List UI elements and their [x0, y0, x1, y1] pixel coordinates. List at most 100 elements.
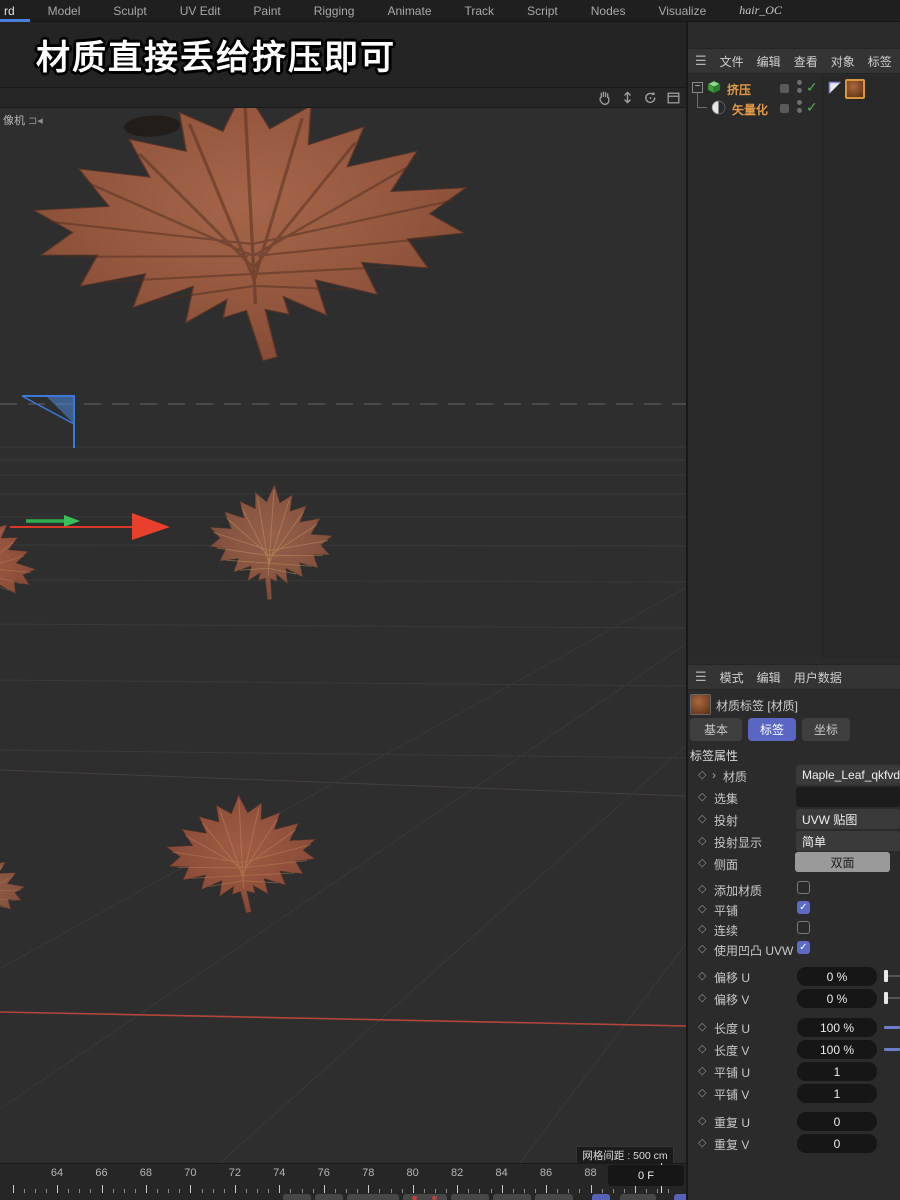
editor-visibility-dot[interactable] [797, 100, 802, 105]
extrude-object-icon [707, 80, 721, 94]
keyframe-diamond-icon[interactable]: ◇ [698, 969, 706, 982]
menu-item-sculpt[interactable]: Sculpt [113, 4, 146, 18]
enabled-checkmark-icon[interactable]: ✓ [806, 79, 818, 96]
om-menu-object[interactable]: 对象 [831, 53, 855, 70]
cinema4d-window: rd Model Sculpt UV Edit Paint Rigging An… [0, 0, 900, 1200]
maple-leaf-top[interactable] [28, 108, 474, 372]
keyframe-diamond-icon[interactable]: ◇ [698, 856, 706, 869]
maple-leaf-left-bottom[interactable] [0, 833, 32, 938]
menu-item-uv-edit[interactable]: UV Edit [180, 4, 221, 18]
keyframe-diamond-icon[interactable]: ◇ [698, 902, 706, 915]
editor-visibility-dot[interactable] [797, 80, 802, 85]
length-u-field[interactable]: 100 % [797, 1018, 877, 1037]
menu-item-model[interactable]: Model [48, 4, 81, 18]
tiles-u-field[interactable]: 1 [797, 1062, 877, 1081]
offset-u-slider-handle[interactable] [884, 970, 888, 982]
keyframe-diamond-icon[interactable]: ◇ [698, 1114, 706, 1127]
am-menu-mode[interactable]: 模式 [720, 669, 744, 686]
repeat-v-field[interactable]: 0 [797, 1134, 877, 1153]
tab-coordinates[interactable]: 坐标 [802, 718, 850, 741]
keyframe-diamond-icon[interactable]: ◇ [698, 991, 706, 1004]
om-menu-view[interactable]: 查看 [794, 53, 818, 70]
repeat-u-field[interactable]: 0 [797, 1112, 877, 1131]
transport-button[interactable] [403, 1194, 447, 1200]
transport-button[interactable] [347, 1194, 399, 1200]
keyframe-diamond-icon[interactable]: ◇ [698, 942, 706, 955]
length-v-slider[interactable] [884, 1048, 900, 1051]
tree-expand-toggle[interactable]: − [692, 82, 703, 93]
menu-item-script[interactable]: Script [527, 4, 558, 18]
length-v-field[interactable]: 100 % [797, 1040, 877, 1059]
transport-button[interactable] [620, 1194, 656, 1200]
om-menu-edit[interactable]: 编辑 [757, 53, 781, 70]
keyframe-diamond-icon[interactable]: ◇ [698, 1042, 706, 1055]
keyframe-diamond-icon[interactable]: ◇ [698, 1136, 706, 1149]
menu-item-track[interactable]: Track [465, 4, 495, 18]
keyframe-diamond-icon[interactable]: ◇ [698, 834, 706, 847]
keyframe-diamond-icon[interactable]: ◇ [698, 812, 706, 825]
transport-button[interactable] [315, 1194, 343, 1200]
keyframe-diamond-icon[interactable]: ◇ [698, 922, 706, 935]
menu-item-standard-partial[interactable]: rd [4, 4, 15, 18]
render-visibility-dot[interactable] [797, 108, 802, 113]
camera-view-label[interactable]: 像机 ⊐◂ [3, 112, 43, 128]
maximize-icon[interactable] [665, 89, 682, 106]
menu-item-hair-oc[interactable]: hair_OC [739, 3, 782, 18]
maple-leaf-left-mid[interactable] [0, 492, 49, 628]
pan-icon[interactable] [596, 89, 613, 106]
viewport-canvas[interactable] [0, 108, 686, 1163]
rotate-icon[interactable] [642, 89, 659, 106]
material-tag-thumbnail[interactable] [845, 79, 865, 99]
hamburger-menu-icon[interactable]: ☰ [695, 669, 707, 685]
use-bump-uvw-checkbox[interactable]: ✓ [797, 941, 810, 954]
side-both-button[interactable]: 双面 [795, 852, 890, 872]
projection-display-dropdown[interactable]: 简单 [796, 831, 900, 851]
phong-tag-icon[interactable] [827, 80, 843, 96]
transport-button[interactable] [283, 1194, 311, 1200]
tab-basic[interactable]: 基本 [690, 718, 742, 741]
projection-dropdown[interactable]: UVW 贴图 [796, 809, 900, 829]
object-name-vectorizer[interactable]: 矢量化 [732, 101, 768, 118]
om-menu-tags[interactable]: 标签 [868, 53, 892, 70]
tiles-v-field[interactable]: 1 [797, 1084, 877, 1103]
maple-leaf-middle[interactable] [204, 479, 337, 605]
am-menu-userdata[interactable]: 用户数据 [794, 669, 842, 686]
render-visibility-dot[interactable] [797, 88, 802, 93]
expand-arrow-icon[interactable]: › [712, 768, 716, 782]
menu-item-visualize[interactable]: Visualize [658, 4, 706, 18]
offset-u-field[interactable]: 0 % [797, 967, 877, 986]
keyframe-diamond-icon[interactable]: ◇ [698, 1020, 706, 1033]
object-name-extrude[interactable]: 挤压 [727, 81, 751, 98]
transport-button[interactable] [493, 1194, 531, 1200]
current-frame-field[interactable]: 0 F [608, 1165, 684, 1186]
length-u-slider[interactable] [884, 1026, 900, 1029]
offset-v-field[interactable]: 0 % [797, 989, 877, 1008]
am-menu-edit[interactable]: 编辑 [757, 669, 781, 686]
add-material-checkbox[interactable] [797, 881, 810, 894]
keyframe-diamond-icon[interactable]: ◇ [698, 790, 706, 803]
keyframe-diamond-icon[interactable]: ◇ [698, 1064, 706, 1077]
menu-item-rigging[interactable]: Rigging [314, 4, 355, 18]
transport-button[interactable] [535, 1194, 573, 1200]
keyframe-diamond-icon[interactable]: ◇ [698, 768, 706, 781]
tile-checkbox[interactable]: ✓ [797, 901, 810, 914]
selection-field[interactable] [796, 787, 900, 807]
material-name-field[interactable]: Maple_Leaf_qkfvd [796, 765, 900, 785]
menu-item-nodes[interactable]: Nodes [591, 4, 626, 18]
om-menu-file[interactable]: 文件 [720, 53, 744, 70]
hamburger-menu-icon[interactable]: ☰ [695, 53, 707, 69]
layer-toggle[interactable] [780, 104, 789, 113]
zoom-icon[interactable] [619, 89, 636, 106]
layer-toggle[interactable] [780, 84, 789, 93]
transport-button[interactable] [451, 1194, 489, 1200]
maple-leaf-bottom[interactable] [163, 790, 321, 918]
keyframe-diamond-icon[interactable]: ◇ [698, 882, 706, 895]
offset-v-slider-handle[interactable] [884, 992, 888, 1004]
seamless-checkbox[interactable] [797, 921, 810, 934]
keyframe-diamond-icon[interactable]: ◇ [698, 1086, 706, 1099]
tab-tag[interactable]: 标签 [748, 718, 796, 741]
enabled-checkmark-icon[interactable]: ✓ [806, 99, 818, 116]
menu-item-paint[interactable]: Paint [253, 4, 280, 18]
menu-item-animate[interactable]: Animate [387, 4, 431, 18]
transport-button-active[interactable] [592, 1194, 610, 1200]
